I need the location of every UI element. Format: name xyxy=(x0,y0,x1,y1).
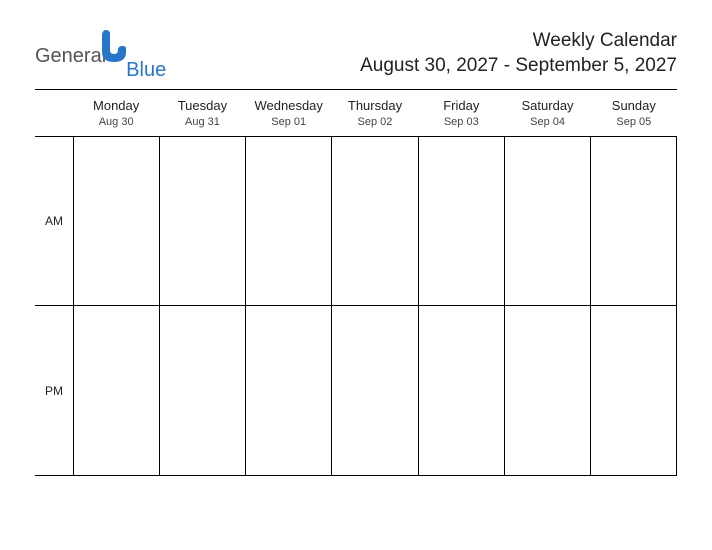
logo: General Blue xyxy=(35,30,166,65)
day-name: Thursday xyxy=(332,98,418,113)
day-date: Sep 01 xyxy=(246,116,332,128)
cell-am-sunday xyxy=(590,136,677,306)
logo-shape-icon xyxy=(102,30,126,65)
cell-am-monday xyxy=(73,136,159,306)
day-date: Aug 31 xyxy=(159,116,245,128)
day-name: Saturday xyxy=(504,98,590,113)
time-label-am: AM xyxy=(35,136,73,306)
day-header-friday: Friday Sep 03 xyxy=(418,98,504,128)
day-header-monday: Monday Aug 30 xyxy=(73,98,159,128)
time-col-spacer xyxy=(35,98,73,128)
cell-am-saturday xyxy=(504,136,590,306)
calendar: Monday Aug 30 Tuesday Aug 31 Wednesday S… xyxy=(35,89,677,476)
day-name: Tuesday xyxy=(159,98,245,113)
day-header-saturday: Saturday Sep 04 xyxy=(504,98,590,128)
logo-text-general: General xyxy=(35,48,106,65)
day-header-thursday: Thursday Sep 02 xyxy=(332,98,418,128)
grid-row-pm: PM xyxy=(35,306,677,476)
cell-pm-tuesday xyxy=(159,306,245,476)
day-header-tuesday: Tuesday Aug 31 xyxy=(159,98,245,128)
cell-am-tuesday xyxy=(159,136,245,306)
calendar-grid: AM PM xyxy=(35,136,677,476)
day-date: Sep 04 xyxy=(504,116,590,128)
cell-am-friday xyxy=(418,136,504,306)
cell-pm-saturday xyxy=(504,306,590,476)
cell-am-wednesday xyxy=(245,136,331,306)
day-date: Aug 30 xyxy=(73,116,159,128)
day-headers-row: Monday Aug 30 Tuesday Aug 31 Wednesday S… xyxy=(35,90,677,136)
day-name: Wednesday xyxy=(246,98,332,113)
day-name: Friday xyxy=(418,98,504,113)
header: General Blue Weekly Calendar August 30, … xyxy=(35,30,677,77)
time-label-pm: PM xyxy=(35,306,73,476)
day-date: Sep 02 xyxy=(332,116,418,128)
title-block: Weekly Calendar August 30, 2027 - Septem… xyxy=(360,30,677,77)
cell-am-thursday xyxy=(331,136,417,306)
cell-pm-thursday xyxy=(331,306,417,476)
day-date: Sep 03 xyxy=(418,116,504,128)
logo-text-blue: Blue xyxy=(126,62,166,79)
day-name: Monday xyxy=(73,98,159,113)
day-date: Sep 05 xyxy=(591,116,677,128)
cell-pm-sunday xyxy=(590,306,677,476)
day-name: Sunday xyxy=(591,98,677,113)
cell-pm-friday xyxy=(418,306,504,476)
cell-pm-monday xyxy=(73,306,159,476)
page-title: Weekly Calendar xyxy=(360,30,677,52)
date-range: August 30, 2027 - September 5, 2027 xyxy=(360,55,677,77)
day-header-sunday: Sunday Sep 05 xyxy=(591,98,677,128)
day-header-wednesday: Wednesday Sep 01 xyxy=(246,98,332,128)
cell-pm-wednesday xyxy=(245,306,331,476)
grid-row-am: AM xyxy=(35,136,677,306)
